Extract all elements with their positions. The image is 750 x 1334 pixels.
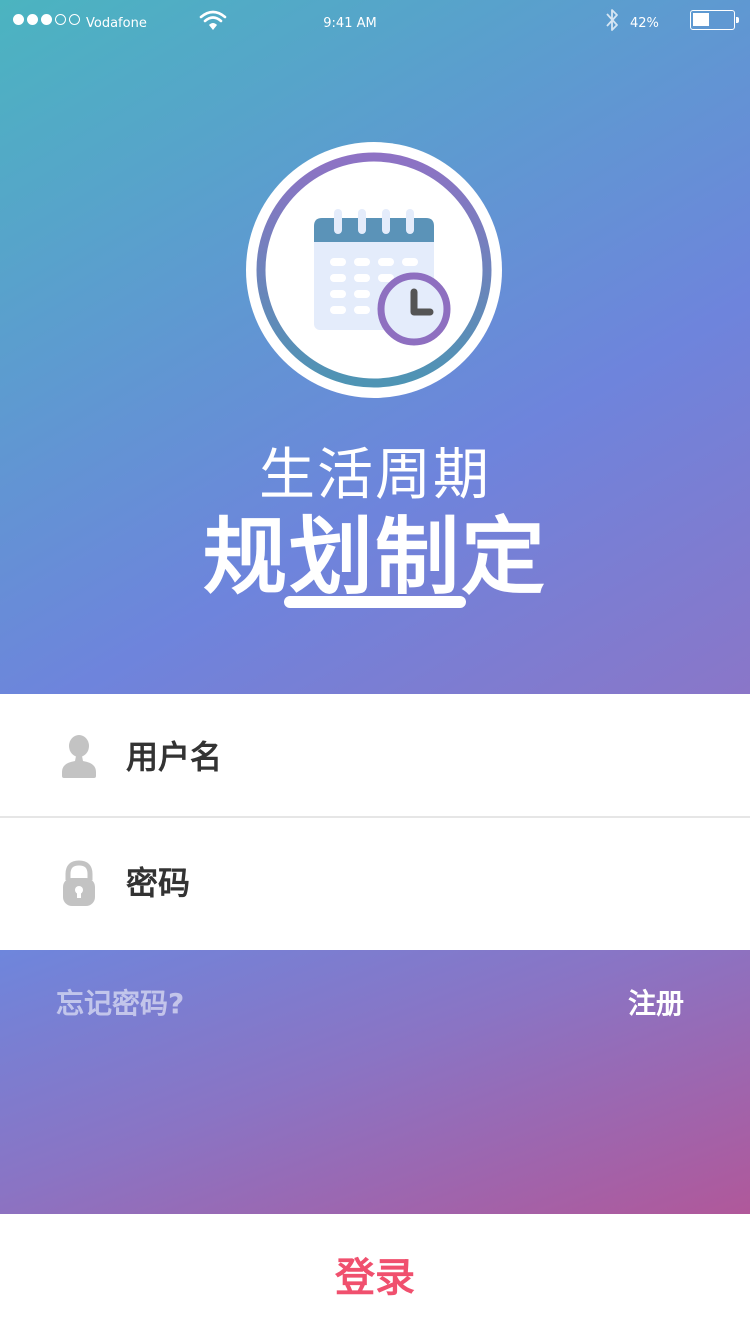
app-title-line2: 规划制定 (202, 508, 547, 606)
forgot-password-link[interactable]: 忘记密码? (56, 982, 184, 1022)
battery-percent: 42% (630, 16, 659, 31)
password-row (0, 820, 750, 944)
lock-icon (63, 860, 95, 906)
calendar-clock-icon (256, 152, 492, 388)
bluetooth-icon (606, 9, 618, 31)
user-icon (62, 735, 96, 778)
app-logo (246, 142, 502, 398)
username-input[interactable] (126, 732, 686, 782)
username-row (0, 694, 750, 818)
register-link[interactable]: 注册 (628, 982, 684, 1022)
battery-fill (693, 13, 709, 26)
title-underline (284, 596, 466, 608)
password-input[interactable] (126, 858, 686, 908)
battery-icon (690, 10, 739, 30)
links-band: 忘记密码? 注册 (0, 950, 750, 1214)
hero-section: Vodafone 9:41 AM 42% 生活周期 规划制定 (0, 0, 750, 694)
status-bar: Vodafone 9:41 AM 42% (0, 0, 750, 44)
login-button[interactable]: 登录 (0, 1214, 750, 1334)
battery-nub (736, 17, 739, 23)
clock-time: 9:41 AM (323, 16, 377, 31)
login-form (0, 694, 750, 950)
